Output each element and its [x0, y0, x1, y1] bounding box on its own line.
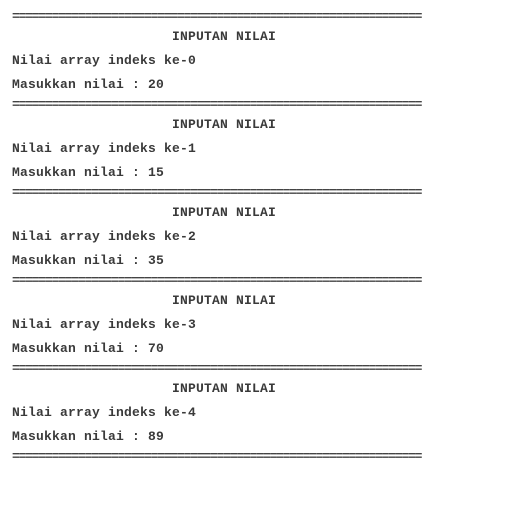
- input-line: Masukkan nilai : 15: [12, 165, 165, 180]
- index-line: Nilai array indeks ke-0: [12, 53, 197, 68]
- block-title: INPUTAN NILAI: [172, 205, 277, 220]
- block-title: INPUTAN NILAI: [172, 381, 277, 396]
- input-line: Masukkan nilai : 70: [12, 341, 165, 356]
- separator-line: ========================================…: [12, 9, 422, 24]
- input-block: INPUTAN NILAI Nilai array indeks ke-2 Ma…: [12, 201, 492, 273]
- console-output: ========================================…: [12, 9, 492, 465]
- separator-line: ========================================…: [12, 361, 422, 376]
- block-title: INPUTAN NILAI: [172, 117, 277, 132]
- input-block: INPUTAN NILAI Nilai array indeks ke-0 Ma…: [12, 25, 492, 97]
- separator-line: ========================================…: [12, 97, 422, 112]
- input-block: INPUTAN NILAI Nilai array indeks ke-4 Ma…: [12, 377, 492, 449]
- block-title: INPUTAN NILAI: [172, 29, 277, 44]
- index-line: Nilai array indeks ke-3: [12, 317, 197, 332]
- separator-line: ========================================…: [12, 449, 422, 464]
- input-line: Masukkan nilai : 35: [12, 253, 165, 268]
- index-line: Nilai array indeks ke-2: [12, 229, 197, 244]
- input-line: Masukkan nilai : 89: [12, 429, 165, 444]
- input-line: Masukkan nilai : 20: [12, 77, 165, 92]
- separator-line: ========================================…: [12, 273, 422, 288]
- index-line: Nilai array indeks ke-4: [12, 405, 197, 420]
- index-line: Nilai array indeks ke-1: [12, 141, 197, 156]
- input-block: INPUTAN NILAI Nilai array indeks ke-1 Ma…: [12, 113, 492, 185]
- input-block: INPUTAN NILAI Nilai array indeks ke-3 Ma…: [12, 289, 492, 361]
- block-title: INPUTAN NILAI: [172, 293, 277, 308]
- separator-line: ========================================…: [12, 185, 422, 200]
